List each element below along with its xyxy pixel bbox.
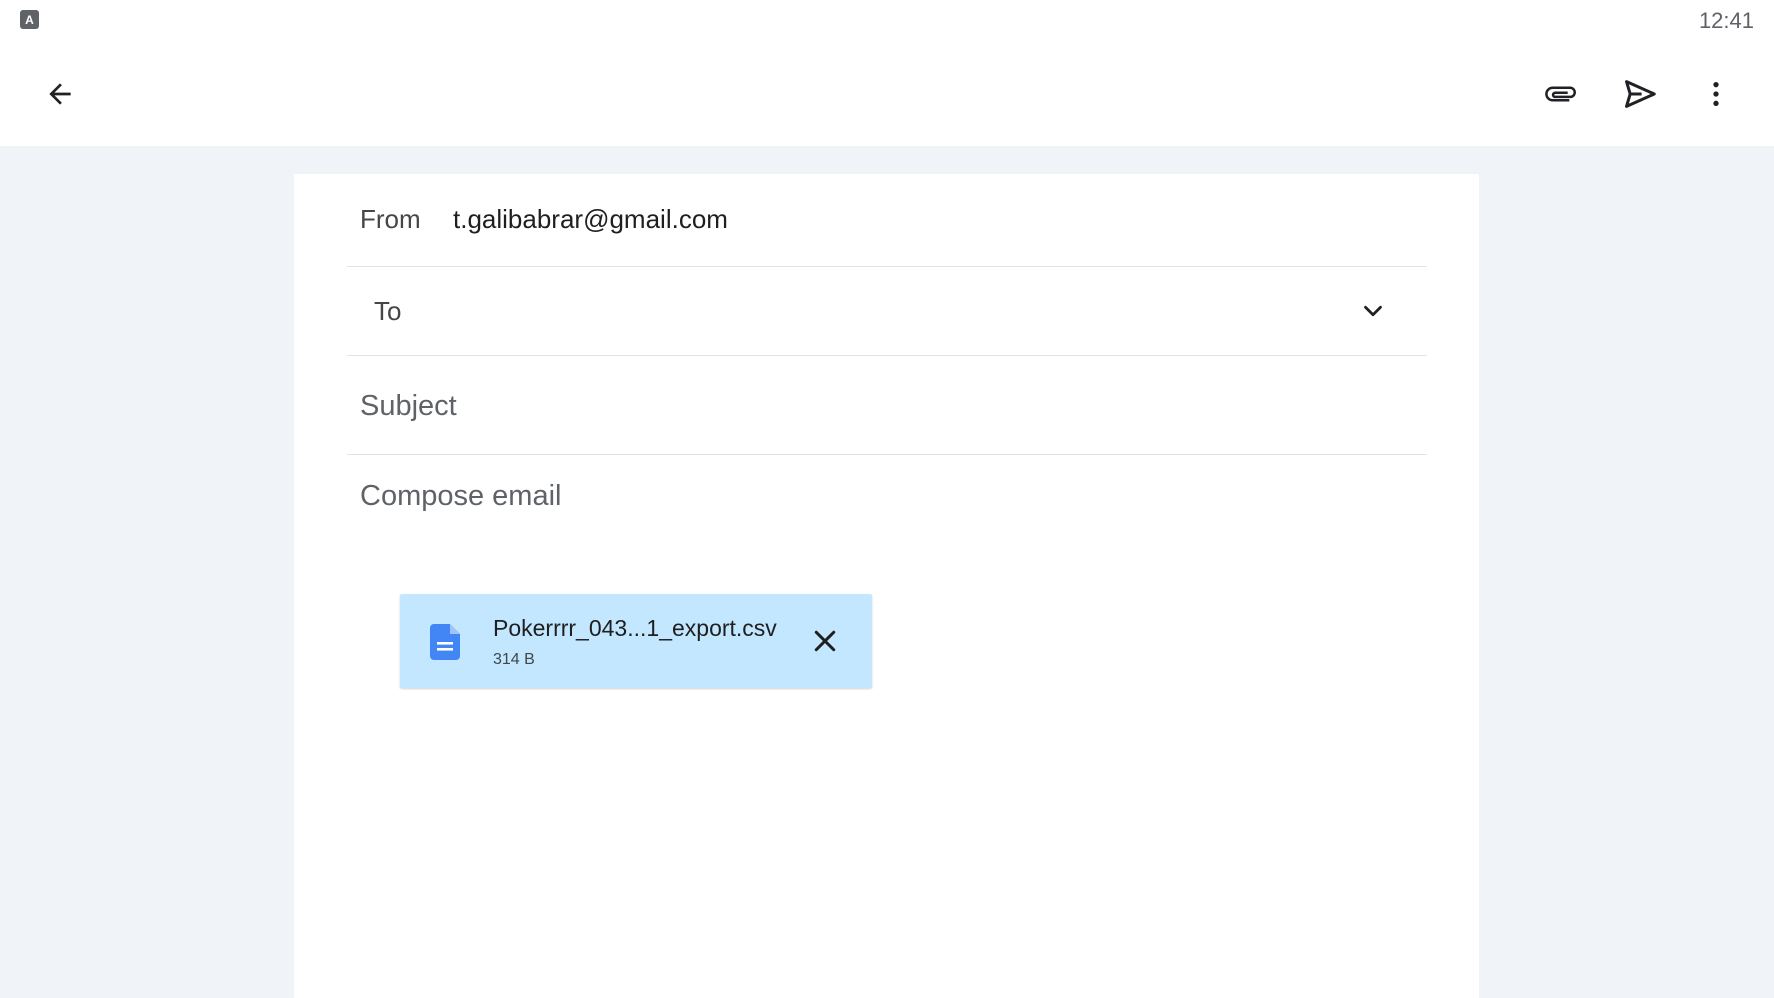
send-icon bbox=[1625, 80, 1656, 108]
paperclip-icon bbox=[1545, 86, 1576, 102]
send-button[interactable] bbox=[1612, 66, 1668, 122]
document-icon bbox=[430, 624, 460, 660]
remove-attachment-button[interactable] bbox=[802, 618, 848, 664]
more-vert-icon bbox=[1713, 82, 1719, 106]
attachment-file-size: 314 B bbox=[493, 651, 535, 668]
compose-body-input[interactable]: Compose email bbox=[360, 480, 561, 513]
status-bar: A 12:41 bbox=[0, 0, 1774, 42]
app-notification-icon: A bbox=[20, 10, 39, 29]
status-time: 12:41 bbox=[1698, 8, 1754, 33]
from-row: From t.galibabrar@gmail.com bbox=[347, 174, 1427, 267]
to-label: To bbox=[374, 296, 402, 326]
attachment-file-name: Pokerrrr_043...1_export.csv bbox=[493, 615, 777, 641]
to-row: To bbox=[347, 267, 1427, 356]
subject-input[interactable]: Subject bbox=[360, 390, 457, 423]
attachment-chip[interactable]: Pokerrrr_043...1_export.csv 314 B bbox=[400, 594, 872, 688]
chevron-down-icon bbox=[1364, 305, 1382, 317]
from-label: From bbox=[360, 204, 421, 234]
from-account-selector[interactable]: t.galibabrar@gmail.com bbox=[453, 204, 728, 235]
to-input[interactable]: To bbox=[347, 267, 1427, 355]
app-notification-letter: A bbox=[25, 12, 34, 27]
attach-button[interactable] bbox=[1533, 66, 1589, 122]
expand-recipients-button[interactable] bbox=[1347, 285, 1399, 337]
compose-toolbar bbox=[0, 42, 1774, 146]
close-icon bbox=[814, 630, 836, 652]
more-options-button[interactable] bbox=[1688, 66, 1744, 122]
subject-row: Subject bbox=[347, 356, 1427, 455]
back-button[interactable] bbox=[32, 66, 88, 122]
arrow-back-icon bbox=[49, 83, 71, 105]
